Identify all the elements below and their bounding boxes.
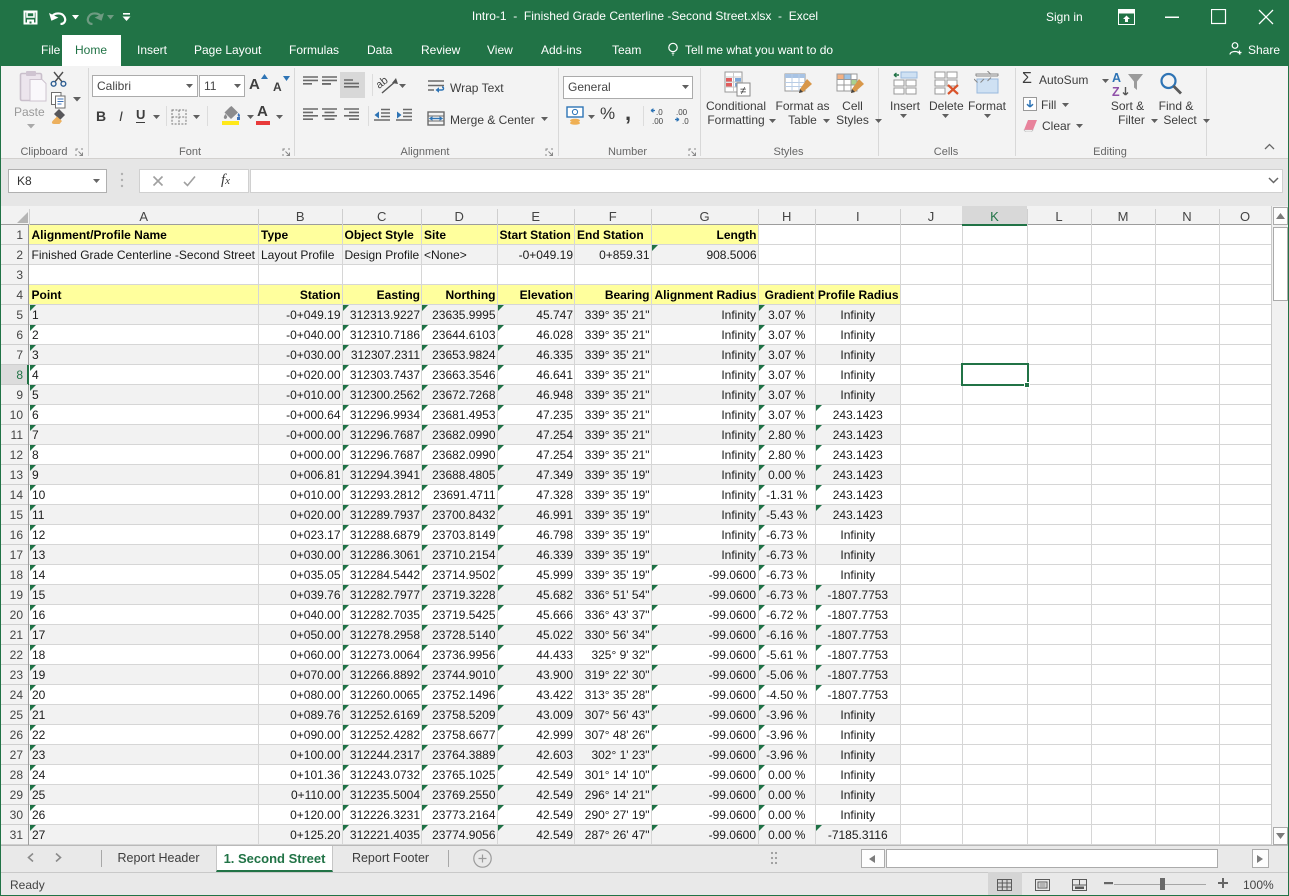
svg-text:ab: ab — [377, 74, 391, 91]
svg-text:.00: .00 — [652, 117, 664, 125]
svg-text:.00: .00 — [676, 108, 688, 117]
svg-text:.0: .0 — [682, 117, 689, 125]
svg-text:A: A — [1112, 71, 1121, 85]
svg-text:≠: ≠ — [740, 85, 746, 97]
svg-text:Z: Z — [1112, 85, 1120, 98]
svg-text:.0: .0 — [656, 108, 663, 117]
